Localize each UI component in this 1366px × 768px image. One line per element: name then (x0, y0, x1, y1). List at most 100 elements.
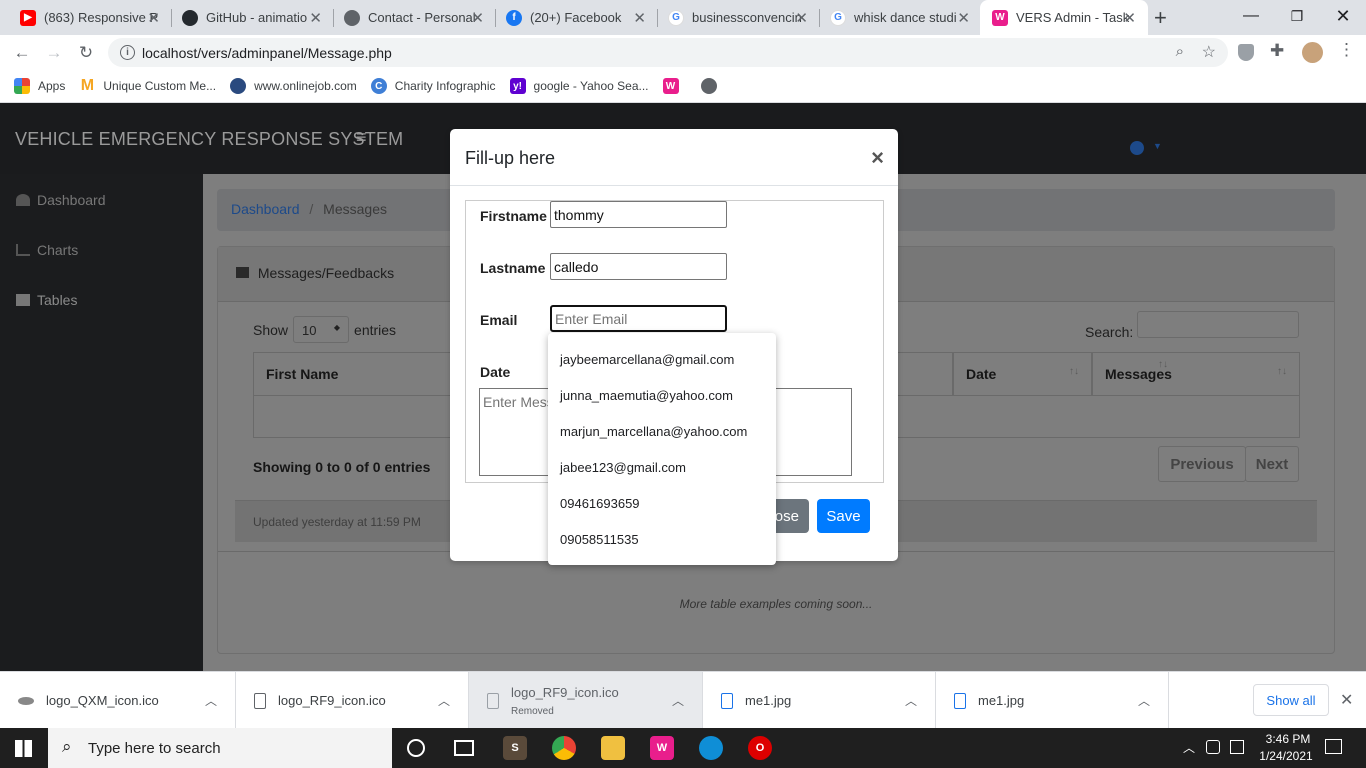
download-item[interactable]: logo_RF9_icon.ico ︿ (236, 672, 469, 729)
chevron-up-icon[interactable]: ︿ (1138, 692, 1150, 709)
taskbar-search[interactable]: ⌕ Type here to search (48, 728, 392, 768)
yahoo-icon: y! (509, 78, 526, 94)
task-view-icon[interactable] (454, 740, 474, 756)
sort-icon: ↑↓ (1277, 366, 1287, 377)
table-icon (16, 294, 30, 306)
minimize-icon[interactable]: — (1228, 0, 1274, 32)
email-autocomplete-list: jaybeemarcellana@gmail.com junna_maemuti… (548, 333, 776, 565)
bookmark-star-icon[interactable]: ☆ (1202, 42, 1216, 62)
show-all-button[interactable]: Show all (1253, 684, 1329, 716)
save-button[interactable]: Save (817, 499, 870, 533)
tab-close-icon[interactable]: ✕ (957, 9, 970, 27)
network-icon[interactable] (1206, 740, 1220, 754)
keyboard-icon[interactable] (1230, 740, 1244, 754)
sidebar-item-tables[interactable]: Tables (16, 292, 77, 308)
autocomplete-option[interactable]: 09058511535 (548, 521, 776, 557)
taskbar-date[interactable]: 1/24/2021 (1254, 749, 1318, 763)
site-info-icon[interactable]: i (120, 45, 135, 60)
restore-icon[interactable]: ❐ (1274, 0, 1320, 32)
tab-close-icon[interactable]: ✕ (1123, 9, 1136, 27)
address-bar[interactable]: i localhost/vers/adminpanel/Message.php … (108, 38, 1228, 67)
bookmark-unique-custom[interactable]: M Unique Custom Me... (79, 77, 216, 94)
back-icon[interactable]: ← (9, 40, 35, 66)
tab-close-icon[interactable]: ✕ (633, 9, 646, 27)
lastname-field[interactable] (550, 253, 727, 280)
edge-icon[interactable] (699, 736, 723, 760)
globe-icon (344, 9, 360, 26)
canva-icon: C (370, 78, 387, 94)
extension-shield-icon[interactable] (1238, 44, 1254, 61)
bookmark-apps[interactable]: Apps (14, 78, 65, 94)
column-date[interactable]: Date ↑↓ (953, 352, 1092, 396)
close-downloads-icon[interactable]: ✕ (1340, 690, 1353, 710)
chevron-up-icon[interactable]: ︿ (438, 692, 450, 709)
autocomplete-option[interactable]: marjun_marcellana@yahoo.com (548, 413, 776, 449)
tab-close-icon[interactable]: ✕ (309, 9, 322, 27)
extensions-puzzle-icon[interactable]: ✚ (1270, 41, 1284, 61)
cortana-icon[interactable] (407, 739, 425, 757)
tray-chevron-icon[interactable]: ︿ (1183, 739, 1195, 756)
firstname-field[interactable] (550, 201, 727, 228)
next-button[interactable]: Next (1245, 446, 1299, 482)
previous-button[interactable]: Previous (1158, 446, 1246, 482)
bookmark-onlinejob[interactable]: www.onlinejob.com (230, 78, 357, 94)
google-icon: G (668, 9, 684, 26)
tab-youtube[interactable]: ▶ (863) Responsive P ✕ (0, 0, 172, 35)
download-item-removed[interactable]: logo_RF9_icon.ico Removed ︿ (469, 672, 703, 729)
column-messages[interactable]: Messages ↑↓ (1092, 352, 1300, 396)
bookmark-charity[interactable]: C Charity Infographic (370, 78, 496, 94)
window-close-icon[interactable]: ✕ (1320, 0, 1366, 32)
taskbar-time[interactable]: 3:46 PM (1258, 732, 1318, 746)
sort-icon: ↑↓ (1158, 359, 1168, 370)
profile-avatar[interactable] (1302, 42, 1323, 63)
chevron-up-icon[interactable]: ︿ (905, 692, 917, 709)
breadcrumb-dashboard-link[interactable]: Dashboard (231, 201, 300, 217)
autocomplete-option[interactable]: jaybeemarcellana@gmail.com (548, 341, 776, 377)
chevron-up-icon[interactable]: ︿ (205, 692, 217, 709)
tab-contact[interactable]: Contact - Personal ✕ (324, 0, 496, 35)
forward-icon[interactable]: → (41, 40, 67, 66)
entries-select[interactable]: 10 ◆ (293, 316, 350, 343)
tab-google-2[interactable]: G whisk dance studi ✕ (810, 0, 982, 35)
opera-icon[interactable]: O (748, 736, 772, 760)
table-icon (236, 267, 249, 278)
bookmarks-bar: Apps M Unique Custom Me... www.onlinejob… (0, 70, 1366, 103)
github-icon (182, 9, 198, 26)
lastname-label: Lastname (480, 260, 546, 276)
notification-icon[interactable] (1325, 739, 1342, 754)
bookmark-yahoo[interactable]: y! google - Yahoo Sea... (509, 78, 649, 94)
autocomplete-option[interactable]: 09461693659 (548, 485, 776, 521)
menu-kebab-icon[interactable]: ⋮ (1338, 40, 1355, 60)
tab-close-icon[interactable]: ✕ (795, 9, 808, 27)
download-item[interactable]: me1.jpg ︿ (936, 672, 1169, 729)
table-search-input[interactable] (1137, 311, 1299, 338)
tab-google-1[interactable]: G businessconvencin ✕ (648, 0, 820, 35)
autocomplete-option[interactable]: jabee123@gmail.com (548, 449, 776, 485)
chrome-icon[interactable] (552, 736, 576, 760)
windows-start-icon[interactable] (15, 740, 32, 757)
download-item[interactable]: logo_QXM_icon.ico ︿ (0, 672, 236, 729)
tab-close-icon[interactable]: ✕ (147, 9, 160, 27)
tab-close-icon[interactable]: ✕ (471, 9, 484, 27)
breadcrumb-current: Messages (323, 201, 387, 217)
wamp-icon[interactable]: W (650, 736, 674, 760)
bookmark-globe[interactable] (700, 78, 725, 94)
file-explorer-icon[interactable] (601, 736, 625, 760)
bookmark-vers[interactable]: W (662, 78, 687, 94)
email-field[interactable] (550, 305, 727, 332)
zoom-icon[interactable]: ⌕ (1176, 43, 1184, 60)
new-tab-icon[interactable]: + (1154, 5, 1167, 31)
autocomplete-option[interactable]: junna_maemutia@yahoo.com (548, 377, 776, 413)
browser-tab-strip: ▶ (863) Responsive P ✕ GitHub - animatio… (0, 0, 1366, 35)
tab-github[interactable]: GitHub - animatio ✕ (162, 0, 334, 35)
download-item[interactable]: me1.jpg ︿ (703, 672, 936, 729)
reload-icon[interactable]: ↻ (73, 40, 99, 66)
footer-note: More table examples coming soon... (679, 597, 873, 611)
tab-vers-admin[interactable]: W VERS Admin - Task ✕ (980, 0, 1148, 35)
tab-facebook[interactable]: f (20+) Facebook ✕ (486, 0, 658, 35)
sidebar-item-charts[interactable]: Charts (16, 242, 78, 258)
chevron-up-icon[interactable]: ︿ (672, 692, 684, 709)
sublime-icon[interactable]: S (503, 736, 527, 760)
sidebar-item-dashboard[interactable]: Dashboard (16, 192, 106, 208)
image-file-icon (721, 692, 733, 709)
